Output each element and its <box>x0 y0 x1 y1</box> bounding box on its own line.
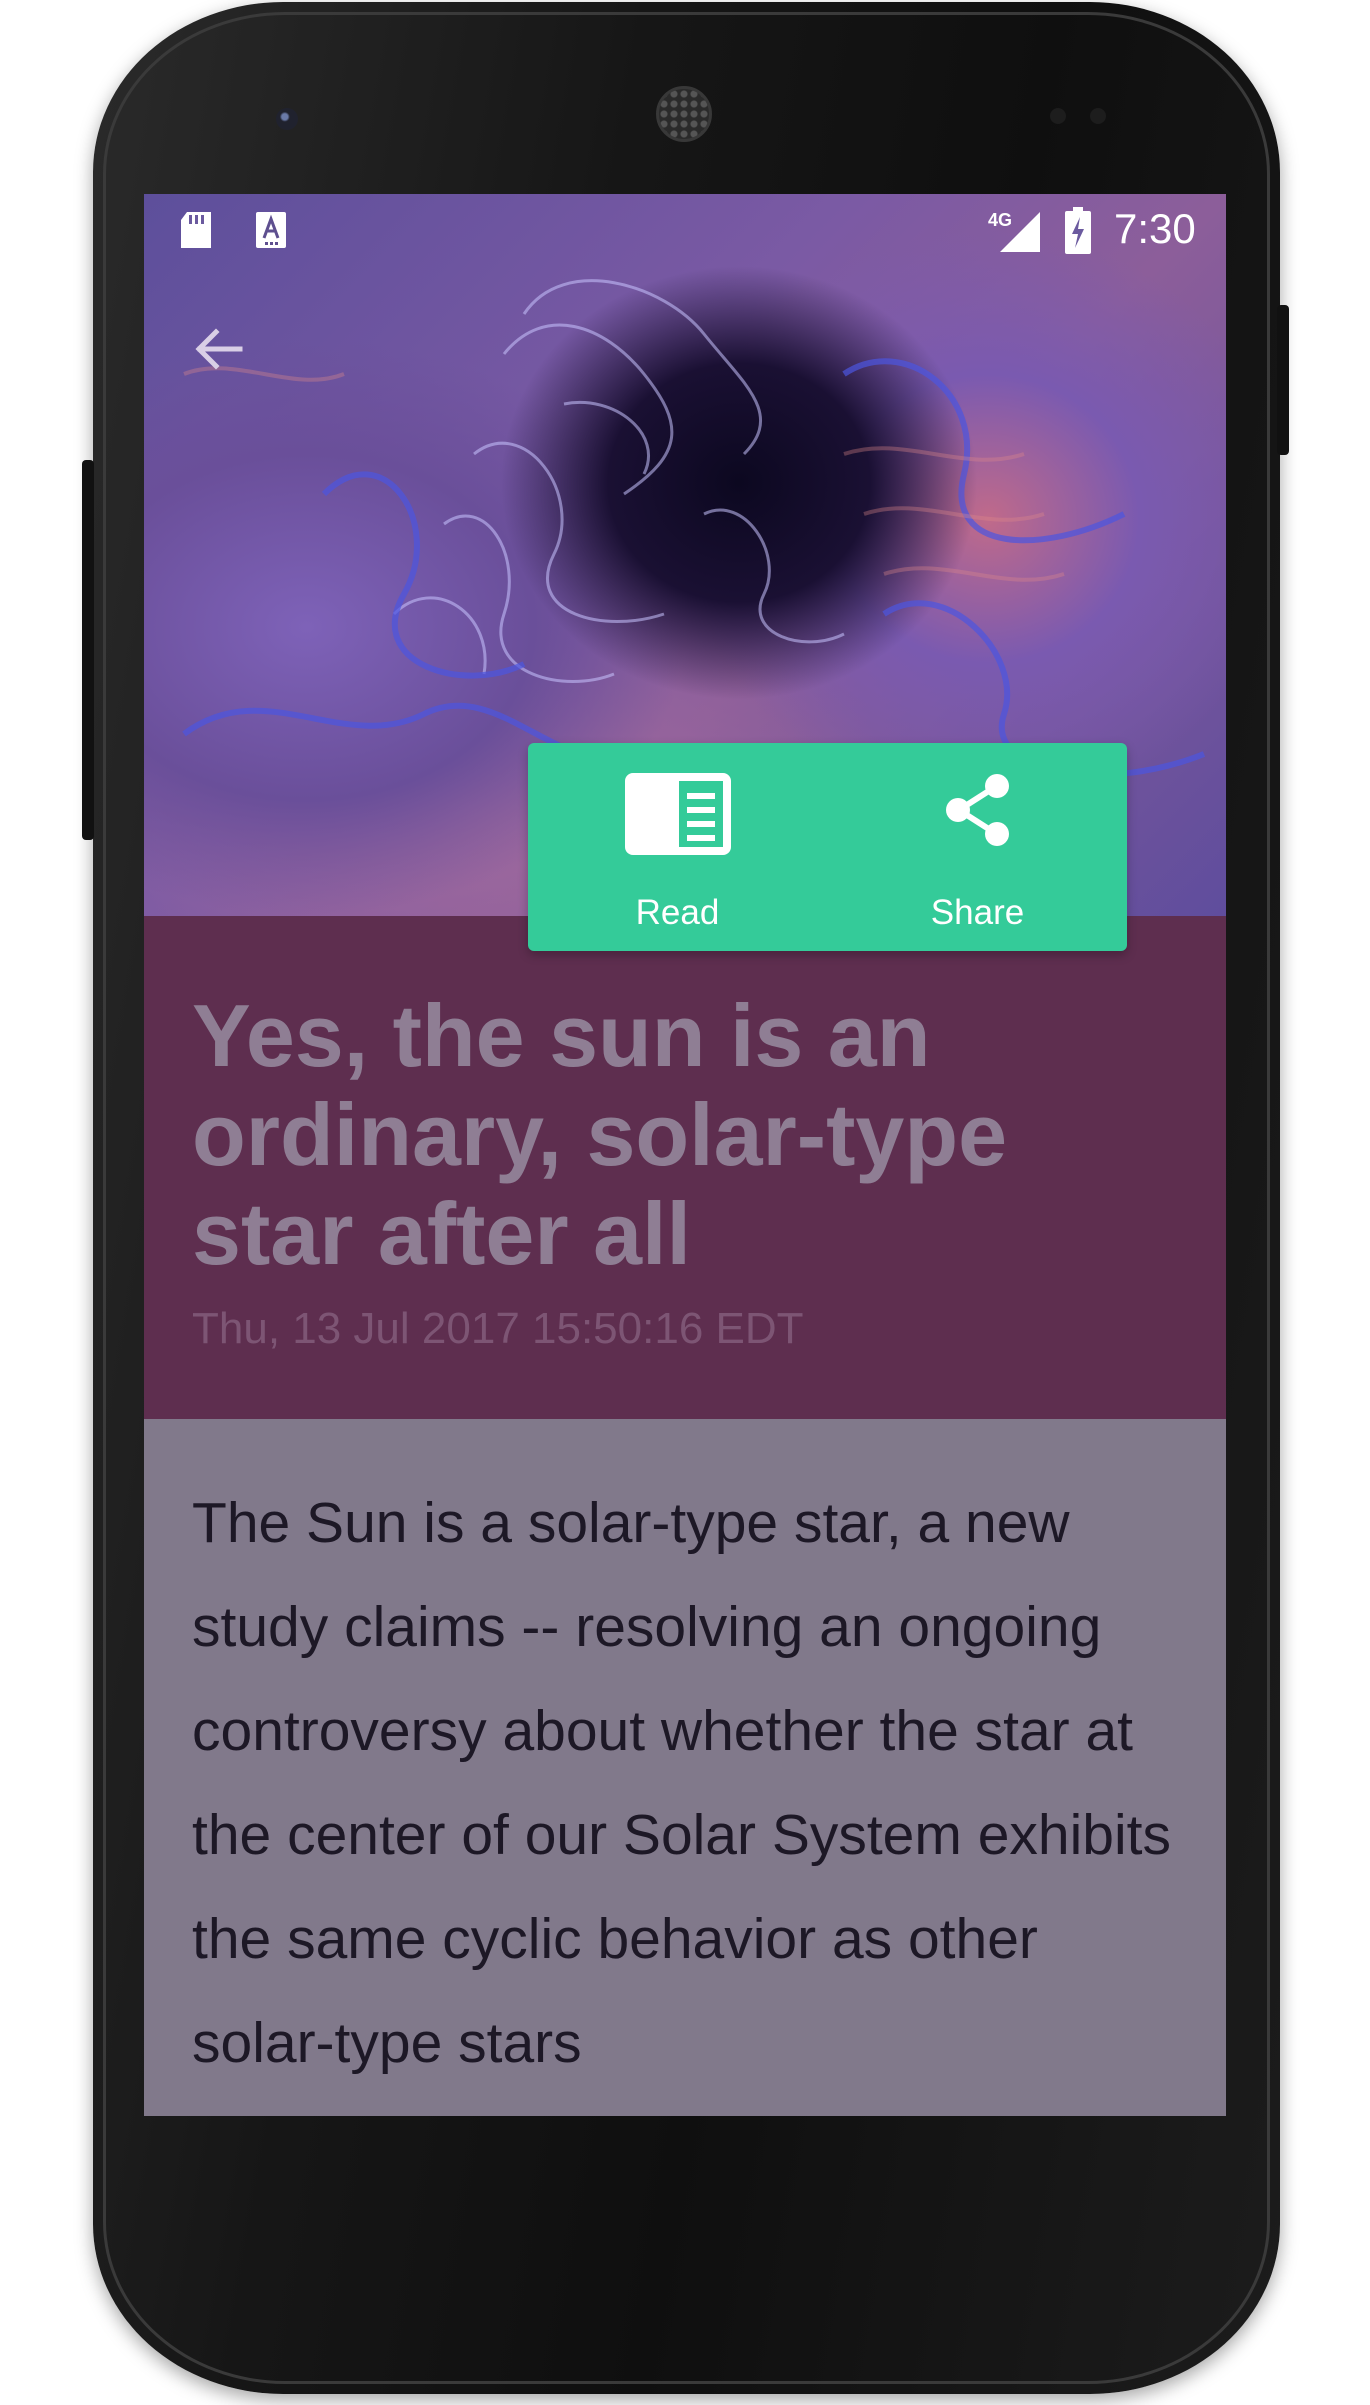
proximity-sensor <box>1050 108 1066 124</box>
power-button <box>1277 305 1289 455</box>
article-body[interactable]: The Sun is a solar-type star, a new stud… <box>144 1419 1226 2116</box>
light-sensor <box>1090 108 1106 124</box>
front-camera <box>276 108 298 130</box>
article-header: Yes, the sun is an ordinary, solar-type … <box>144 916 1226 1419</box>
sd-card-icon <box>181 212 211 248</box>
volume-button <box>82 460 94 840</box>
network-type-label: 4G <box>988 210 1012 230</box>
signal-icon: 4G <box>988 210 1040 252</box>
article-title: Yes, the sun is an ordinary, solar-type … <box>192 986 1008 1283</box>
reader-icon <box>624 773 731 855</box>
status-bar: 4G 7:30 <box>144 194 1226 268</box>
arrow-back-icon <box>195 328 243 370</box>
read-button[interactable]: Read <box>528 743 827 951</box>
share-label: Share <box>930 893 1025 932</box>
font-a-icon <box>256 212 286 248</box>
article-action-popup: Read Share <box>528 743 1127 951</box>
back-button[interactable] <box>184 314 254 384</box>
share-button[interactable]: Share <box>828 743 1127 951</box>
battery-charging-icon <box>1065 207 1091 254</box>
device-frame: 4G 7:30 Yes, the sun is an ordinary, sol… <box>0 0 1370 2405</box>
read-label: Read <box>635 893 720 932</box>
earpiece-speaker <box>656 86 712 142</box>
screen: 4G 7:30 Yes, the sun is an ordinary, sol… <box>144 194 1226 2116</box>
status-clock: 7:30 <box>1114 205 1196 252</box>
share-icon <box>945 774 1009 846</box>
article-summary: The Sun is a solar-type star, a new stud… <box>192 1491 1171 2075</box>
article-date: Thu, 13 Jul 2017 15:50:16 EDT <box>192 1304 804 1353</box>
